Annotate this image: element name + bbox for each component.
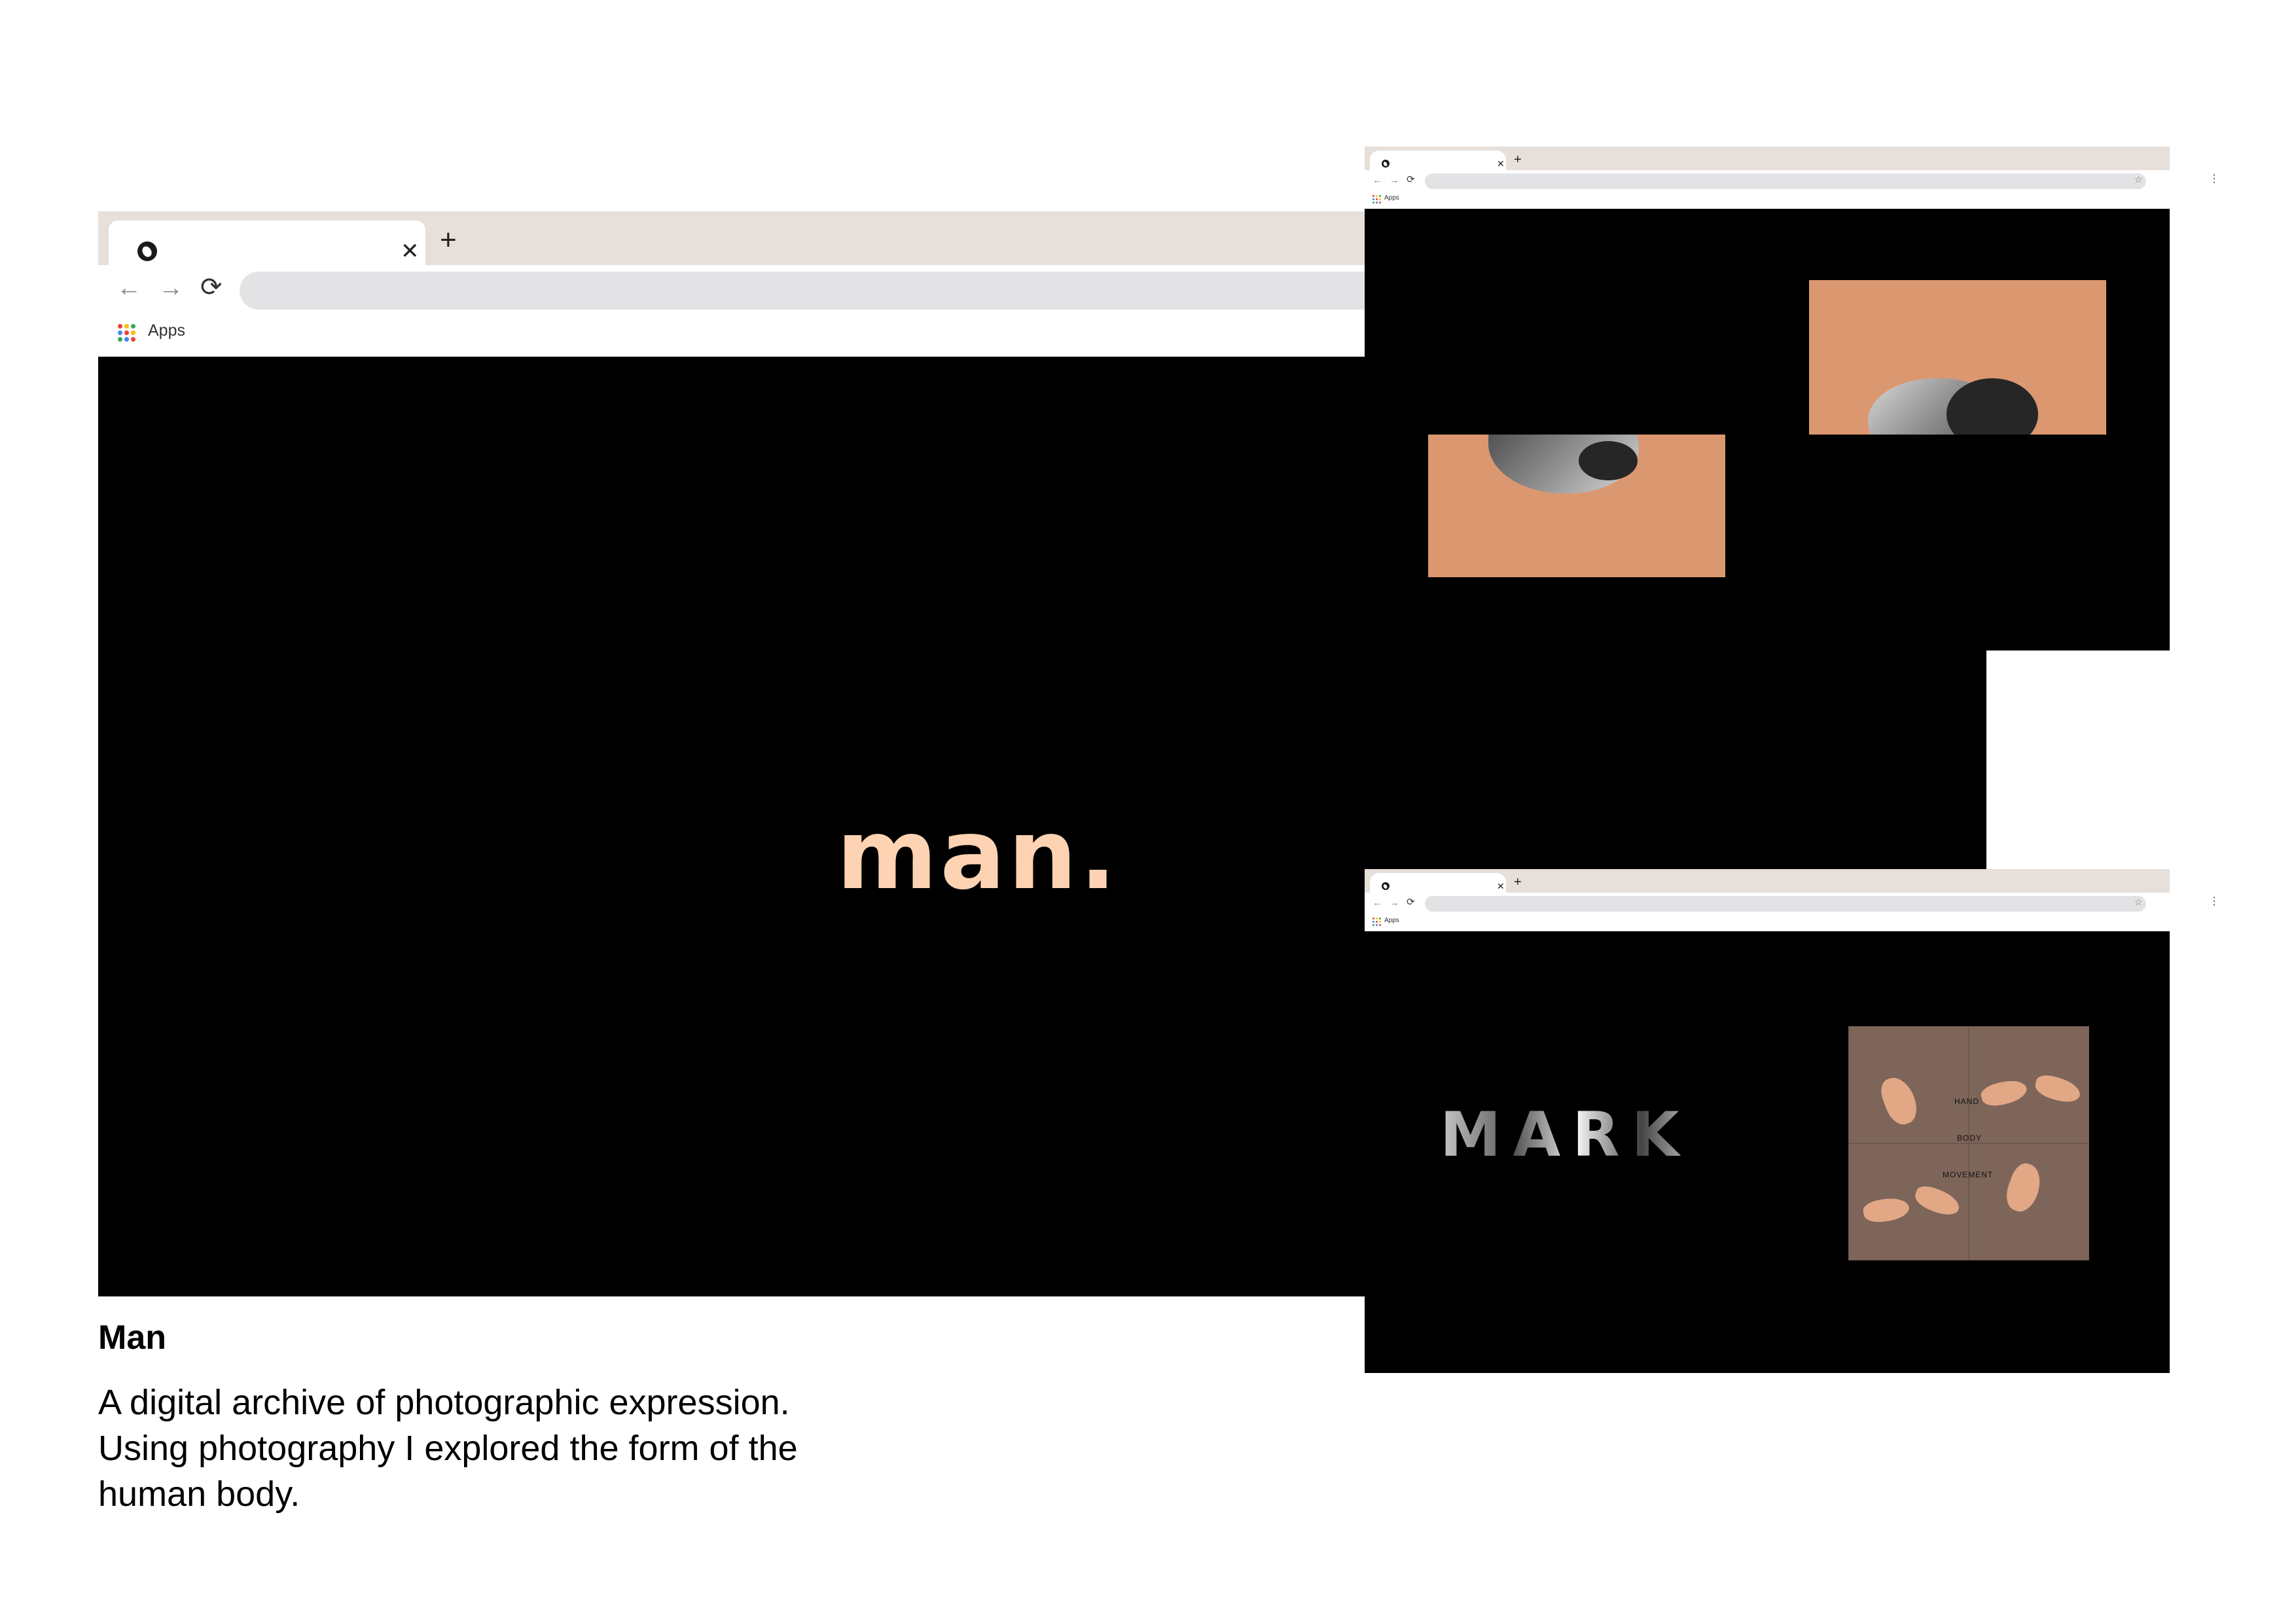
back-arrow-icon[interactable]: ← <box>117 276 141 300</box>
browser-tab[interactable]: ✕ <box>109 221 425 265</box>
browser-tab[interactable]: ✕ <box>1370 873 1506 893</box>
browser-chrome: ✕ + ← → ⟳ ☆ ⋮ Apps <box>1365 147 2219 209</box>
apps-grid-icon[interactable] <box>118 324 135 342</box>
close-icon[interactable]: ✕ <box>1497 159 1505 168</box>
menu-icon[interactable]: ⋮ <box>2209 897 2219 907</box>
new-tab-button[interactable]: + <box>1514 876 1522 889</box>
apps-grid-icon[interactable] <box>1372 918 1381 926</box>
hands-image-panel[interactable]: HAND BODY MOVEMENT <box>1848 1026 2089 1260</box>
address-bar[interactable] <box>1425 173 2146 189</box>
address-bar[interactable] <box>240 272 1418 310</box>
browser-chrome: ✕ + ← → ⟳ Apps <box>98 211 1418 357</box>
page-content <box>98 357 1365 1296</box>
globe-icon <box>1382 882 1390 890</box>
hand-cell <box>1969 1026 2089 1143</box>
project-description: A digital archive of photographic expres… <box>98 1383 798 1514</box>
new-tab-button[interactable]: + <box>440 226 457 255</box>
apps-bookmark[interactable]: Apps <box>1384 918 1399 924</box>
hand-cell <box>1969 1143 2089 1260</box>
close-icon[interactable]: ✕ <box>1497 882 1505 891</box>
tab-strip: ✕ + <box>1365 869 2170 893</box>
forward-arrow-icon[interactable]: → <box>158 276 183 300</box>
panel-word-movement: MOVEMENT <box>1943 1170 1994 1179</box>
forward-arrow-icon[interactable]: → <box>1390 175 1399 185</box>
reload-icon[interactable]: ⟳ <box>1407 175 1415 185</box>
portrait-image-left[interactable] <box>1428 435 1725 577</box>
back-arrow-icon[interactable]: ← <box>1372 175 1382 185</box>
apps-grid-icon[interactable] <box>1372 195 1381 204</box>
forward-arrow-icon[interactable]: → <box>1390 898 1399 908</box>
hand-cell <box>1848 1026 1969 1143</box>
mark-wordmark: MARK <box>1440 1099 1691 1171</box>
apps-bookmark[interactable]: Apps <box>148 323 185 339</box>
address-bar[interactable] <box>1425 896 2146 912</box>
panel-word-body: BODY <box>1957 1133 1982 1143</box>
back-arrow-icon[interactable]: ← <box>1372 898 1382 908</box>
site-wordmark: man. <box>836 798 1119 911</box>
tab-strip: ✕ + <box>98 211 1365 265</box>
tab-strip: ✕ + <box>1365 147 2170 170</box>
main-browser-window: ✕ + ← → ⟳ Apps <box>98 211 1418 1296</box>
portrait-image-right[interactable] <box>1809 280 2106 435</box>
globe-icon <box>1382 160 1390 168</box>
hand-image <box>1861 1195 1911 1225</box>
hand-image <box>2001 1160 2047 1216</box>
globe-icon <box>137 241 157 261</box>
hand-image <box>1979 1076 2030 1110</box>
browser-chrome: ✕ + ← → ⟳ ☆ ⋮ Apps <box>1365 869 2219 931</box>
reload-icon[interactable]: ⟳ <box>200 274 223 300</box>
apps-bookmark[interactable]: Apps <box>1384 195 1399 202</box>
close-icon[interactable]: ✕ <box>401 240 420 262</box>
star-icon[interactable]: ☆ <box>2134 897 2143 906</box>
hand-cell <box>1848 1143 1969 1260</box>
hand-image <box>1876 1073 1922 1129</box>
panel-word-hand: HAND <box>1954 1097 1980 1106</box>
hand-image <box>1912 1183 1963 1219</box>
reload-icon[interactable]: ⟳ <box>1407 897 1415 907</box>
star-icon[interactable]: ☆ <box>2134 175 2143 184</box>
content-filler <box>1365 651 1986 869</box>
project-title: Man <box>98 1319 166 1357</box>
hand-image <box>2032 1072 2083 1106</box>
menu-icon[interactable]: ⋮ <box>2209 174 2219 185</box>
hair-shape <box>1579 441 1638 480</box>
new-tab-button[interactable]: + <box>1514 153 1522 166</box>
browser-tab[interactable]: ✕ <box>1370 151 1506 170</box>
